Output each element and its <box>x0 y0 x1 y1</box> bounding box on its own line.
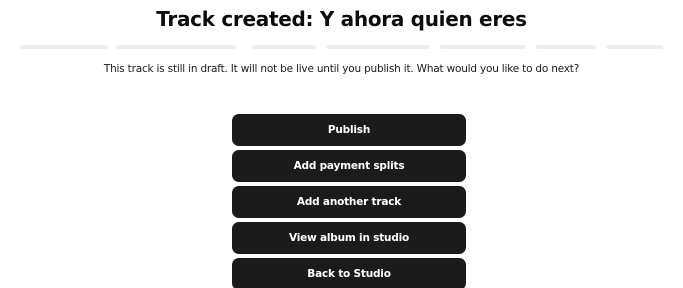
back-to-studio-button[interactable]: Back to Studio <box>232 258 466 288</box>
add-payment-splits-button[interactable]: Add payment splits <box>232 150 466 182</box>
add-another-track-button[interactable]: Add another track <box>232 186 466 218</box>
action-list: Publish Add payment splits Add another t… <box>232 114 466 288</box>
view-album-in-studio-button[interactable]: View album in studio <box>232 222 466 254</box>
draft-message: This track is still in draft. It will no… <box>103 63 580 75</box>
publish-button[interactable]: Publish <box>232 114 466 146</box>
track-created-page: Track created: Y ahora quien eres This t… <box>0 0 683 288</box>
page-title: Track created: Y ahora quien eres <box>156 7 527 31</box>
faint-divider <box>20 42 663 52</box>
